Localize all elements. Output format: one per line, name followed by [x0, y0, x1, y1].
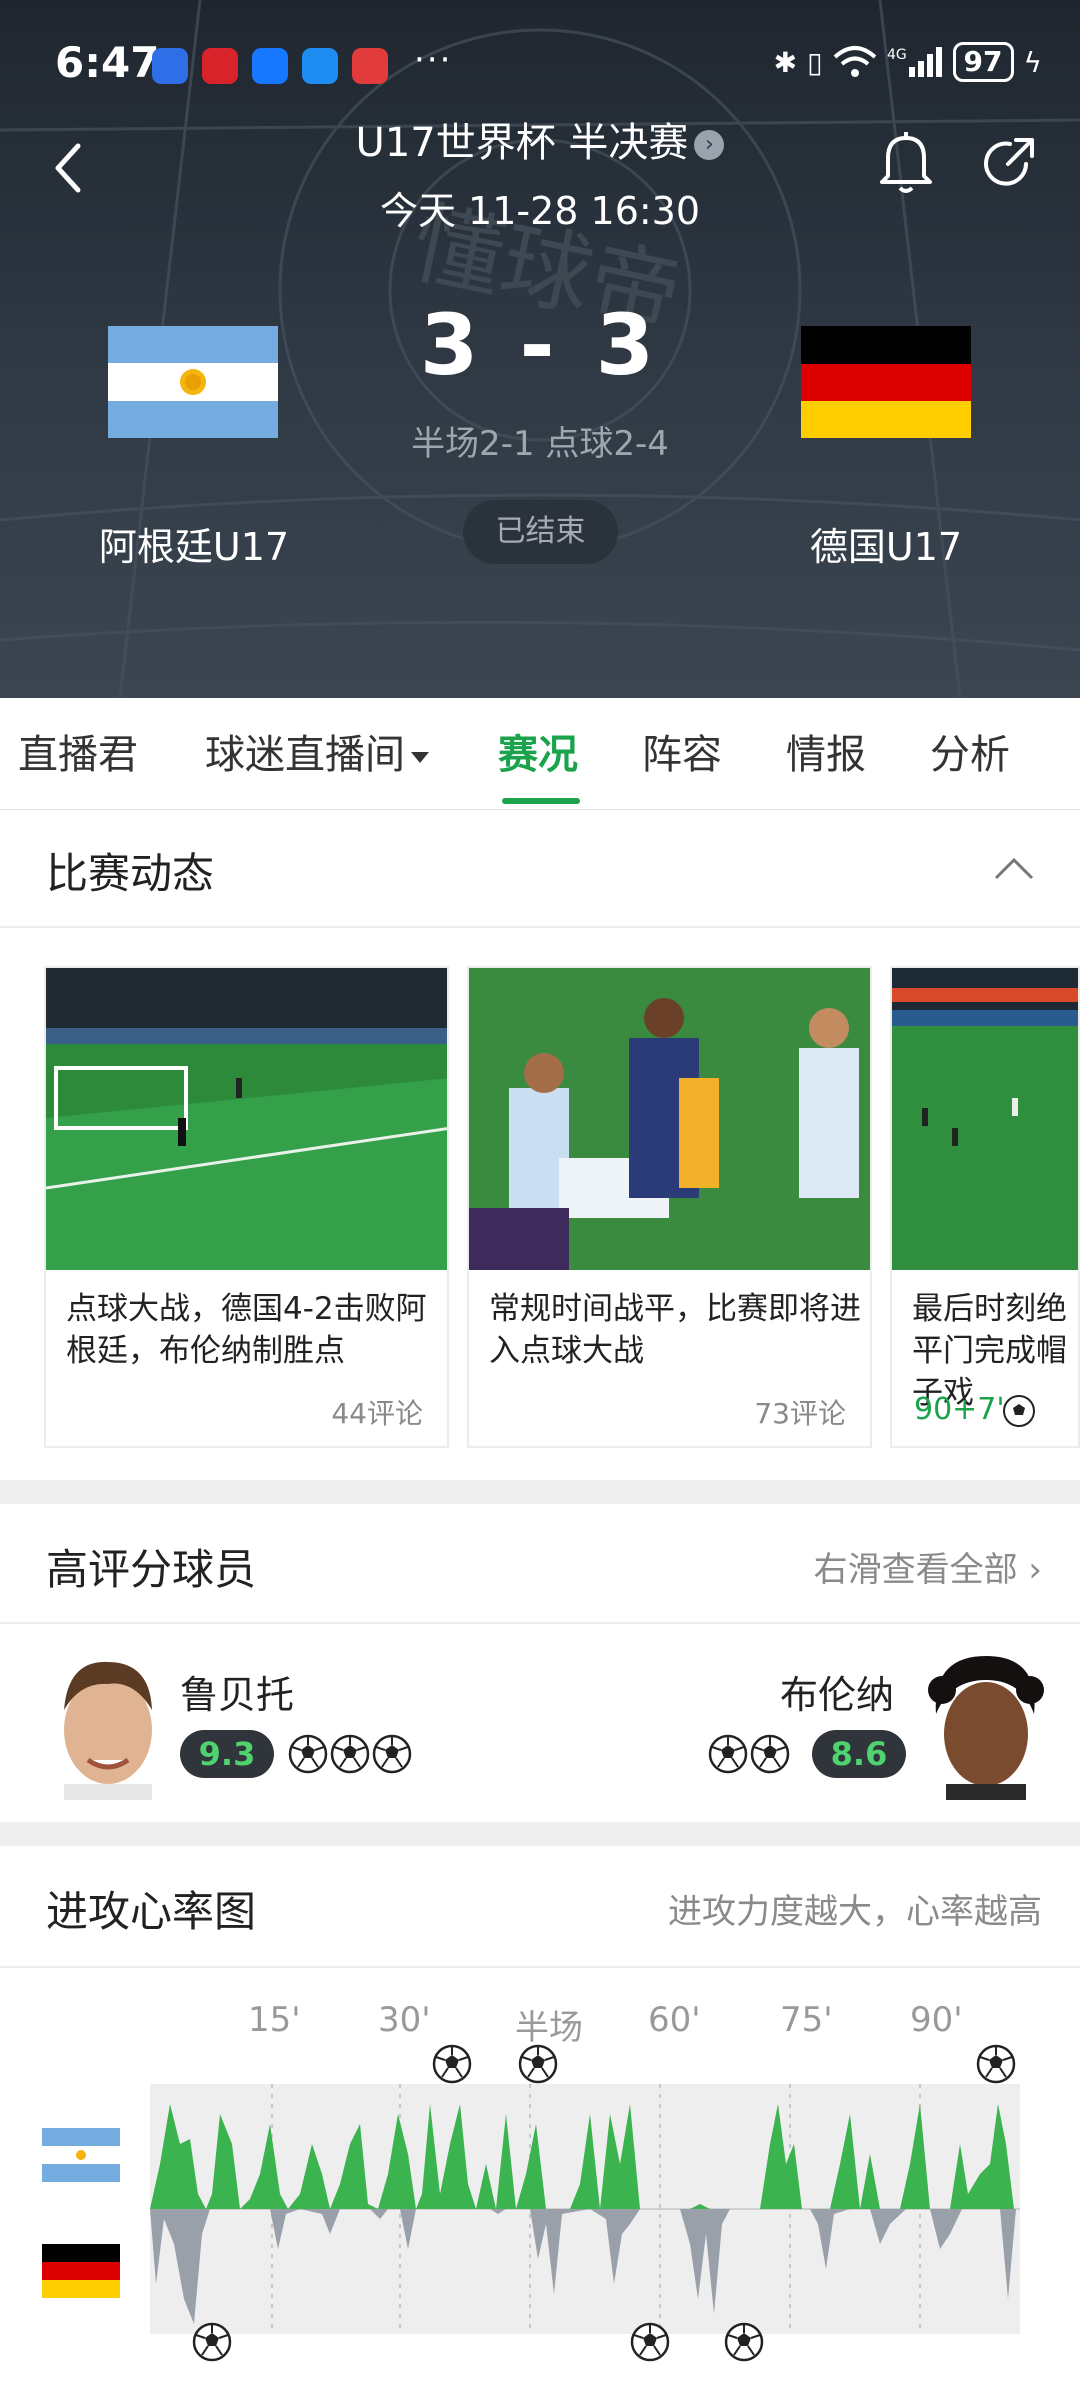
section-title: 高评分球员 [46, 1545, 257, 1594]
divider [0, 1622, 1080, 1624]
tab-match-status[interactable]: 赛况 [498, 722, 578, 780]
germany-flag-icon [801, 326, 971, 438]
match-header: 懂球帝 6:47 ··· ✱ ▯ 4G 97 ϟ U17世界杯 半决赛 › 今天 … [0, 0, 1080, 698]
tab-lineup[interactable]: 阵容 [642, 722, 722, 780]
tab-intel[interactable]: 情报 [786, 722, 866, 780]
status-time: 6:47 [55, 38, 160, 87]
app-icon [252, 48, 288, 84]
goal-marker-icon [630, 2322, 670, 2362]
time-tick: 半场 [515, 2008, 583, 2048]
goal-marker-icon [518, 2044, 558, 2084]
argentina-flag-icon [42, 2128, 120, 2182]
app-icon [202, 48, 238, 84]
chevron-up-icon[interactable] [992, 856, 1036, 882]
germany-flag-icon [42, 2244, 120, 2298]
player-avatar[interactable] [922, 1650, 1050, 1800]
time-tick: 75' [780, 2000, 833, 2040]
tab-bar: 直播君 球迷直播间 赛况 阵容 情报 分析 [0, 698, 1080, 810]
attack-heartrate-chart [150, 2084, 1020, 2334]
wifi-icon [833, 46, 876, 77]
event-minute: 90+7' [914, 1392, 1005, 1427]
goal-marker-icon [192, 2322, 232, 2362]
svg-text:4G: 4G [887, 47, 907, 63]
comment-count: 73评论 [754, 1397, 846, 1430]
divider [0, 1966, 1080, 1968]
goal-marker-icon [724, 2322, 764, 2362]
news-text: 点球大战，德国4-2击败阿根廷，布伦纳制胜点 [66, 1291, 427, 1369]
time-tick: 60' [648, 2000, 701, 2040]
news-image [892, 968, 1078, 1270]
goal-marker-icon [976, 2044, 1016, 2084]
away-team-name[interactable]: 德国U17 [736, 516, 1036, 571]
caret-down-icon [411, 751, 429, 763]
active-tab-indicator [502, 798, 580, 804]
news-card[interactable]: 最后时刻绝平门完成帽子戏 90+7' [890, 966, 1080, 1448]
time-tick: 30' [378, 2000, 431, 2040]
share-icon[interactable] [978, 134, 1038, 194]
comment-count: 44评论 [331, 1397, 423, 1430]
section-title: 比赛动态 [46, 849, 215, 898]
news-text: 常规时间战平，比赛即将进入点球大战 [489, 1291, 861, 1369]
battery-indicator: 97 [952, 42, 1014, 82]
competition-name: U17世界杯 半决赛 [355, 120, 689, 166]
view-all-link[interactable]: 右滑查看全部 › [814, 1542, 1042, 1591]
chevron-right-icon: › [1028, 1550, 1042, 1590]
minute-label: 90+7' [914, 1392, 1005, 1427]
signal-icon: 4G [887, 47, 942, 77]
player-rating-left: 9.3 [180, 1730, 274, 1778]
football-icon [330, 1734, 370, 1774]
system-icons: ✱ ▯ 4G 97 ϟ [774, 42, 1042, 82]
notification-icons [152, 48, 388, 84]
time-tick: 90' [910, 2000, 963, 2040]
bell-icon[interactable] [878, 130, 934, 196]
home-team-name[interactable]: 阿根廷U17 [44, 516, 344, 571]
tab-live-host[interactable]: 直播君 [18, 722, 138, 780]
top-players-section: 高评分球员 右滑查看全部 › 鲁贝托 9.3 布伦纳 8.6 [0, 1504, 1080, 1822]
tab-analysis[interactable]: 分析 [930, 722, 1010, 780]
charging-icon: ϟ [1023, 45, 1042, 79]
player-avatar[interactable] [44, 1650, 172, 1800]
football-icon [1003, 1395, 1035, 1427]
player-rating-right: 8.6 [812, 1730, 906, 1778]
app-icon [152, 48, 188, 84]
news-image [469, 968, 870, 1270]
football-icon [372, 1734, 412, 1774]
bluetooth-icon: ✱ [773, 45, 798, 79]
vibrate-icon: ▯ [807, 45, 823, 79]
app-icon [302, 48, 338, 84]
news-image [46, 968, 447, 1270]
football-icon [750, 1734, 790, 1774]
football-icon [708, 1734, 748, 1774]
tab-fan-live[interactable]: 球迷直播间 [205, 722, 429, 780]
section-hint: 进攻力度越大，心率越高 [668, 1892, 1042, 1932]
time-tick: 15' [248, 2000, 301, 2040]
divider [0, 926, 1080, 928]
goal-marker-icon [432, 2044, 472, 2084]
goal-icons-left [288, 1734, 412, 1774]
view-all-label: 右滑查看全部 [813, 1550, 1018, 1590]
match-status-badge: 已结束 [463, 500, 618, 564]
player-name-right[interactable]: 布伦纳 [780, 1664, 894, 1719]
goal-icons-right [708, 1734, 790, 1774]
tab-fan-live-label: 球迷直播间 [205, 732, 405, 778]
player-name-left[interactable]: 鲁贝托 [180, 1664, 294, 1719]
news-card[interactable]: 常规时间战平，比赛即将进入点球大战 73评论 [467, 966, 872, 1448]
more-notifications: ··· [414, 40, 453, 80]
football-icon [288, 1734, 328, 1774]
section-title: 进攻心率图 [46, 1887, 257, 1936]
news-card[interactable]: 点球大战，德国4-2击败阿根廷，布伦纳制胜点 44评论 [44, 966, 449, 1448]
app-icon [352, 48, 388, 84]
chevron-right-icon: › [694, 130, 725, 160]
